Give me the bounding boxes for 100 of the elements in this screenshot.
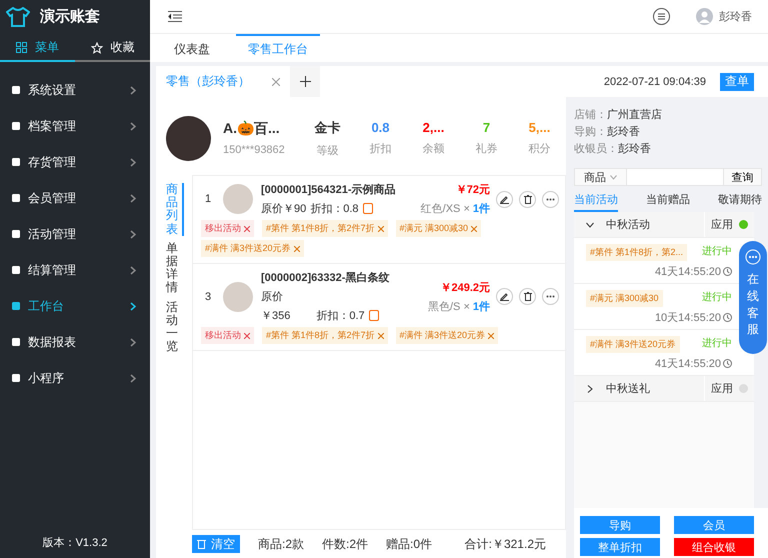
toggle-dot[interactable] xyxy=(739,220,748,229)
menu-icon xyxy=(12,302,20,310)
menu-item[interactable]: 工作台 xyxy=(0,288,150,324)
quantity-text: 1件 xyxy=(472,300,490,314)
group-title: 中秋送礼 xyxy=(606,382,651,396)
side-tab[interactable]: 活动一览 xyxy=(166,300,184,354)
stat-value: 7 xyxy=(482,120,490,135)
activity-tag: #满件 满3件送20元券 xyxy=(586,336,680,353)
group-header[interactable]: 中秋送礼 应用 xyxy=(574,376,754,402)
trash-icon xyxy=(197,539,206,549)
close-icon[interactable] xyxy=(294,246,300,252)
menu-icon xyxy=(12,374,20,382)
close-icon[interactable] xyxy=(378,226,384,232)
trash-icon xyxy=(524,292,532,301)
status-text: 进行中 xyxy=(702,336,732,351)
toggle-dot[interactable] xyxy=(739,384,748,393)
trash-icon xyxy=(524,194,532,204)
edit-button[interactable] xyxy=(496,190,513,208)
pencil-icon xyxy=(500,292,509,301)
date-time-text: 2022-07-21 09:04:39 xyxy=(604,76,706,88)
menu-item[interactable]: 数据报表 xyxy=(0,324,150,360)
delete-button[interactable] xyxy=(519,288,536,305)
chat-icon xyxy=(745,249,761,265)
chevron-right-icon xyxy=(586,384,594,392)
promotion-tag[interactable]: 移出活动 xyxy=(201,220,254,237)
product-photo-placeholder xyxy=(223,282,253,312)
summary-text: 赠品:0件 xyxy=(386,536,432,552)
menu-icon xyxy=(12,266,20,274)
price-text: 折扣：0.7 xyxy=(316,309,365,323)
more-button[interactable] xyxy=(542,190,559,208)
activity-tab[interactable]: 当前赠品 xyxy=(646,192,690,212)
add-tab-button[interactable] xyxy=(290,66,320,97)
status-text: 进行中 xyxy=(702,290,732,305)
member-phone: 150***93862 xyxy=(223,144,286,156)
close-icon[interactable] xyxy=(272,78,280,86)
stat-value: 0.8 xyxy=(371,120,390,135)
activity-tab[interactable]: 敬请期待 xyxy=(718,192,762,212)
search-field[interactable] xyxy=(627,169,723,185)
promotion-tag[interactable]: 移出活动 xyxy=(201,327,254,344)
delete-button[interactable] xyxy=(519,190,536,208)
menu-icon xyxy=(12,230,20,238)
info-text: 店铺：广州直营店 xyxy=(574,108,663,122)
grid-icon xyxy=(16,42,27,53)
chevron-right-icon xyxy=(130,374,136,382)
search-button[interactable]: 查询 xyxy=(723,169,761,185)
online-service-button[interactable]: 在线客服 xyxy=(739,241,767,354)
row-number: 1 xyxy=(204,193,212,205)
brand-title: 演示账套 xyxy=(40,7,100,26)
close-icon[interactable] xyxy=(471,226,478,232)
side-tab[interactable]: 单据详情 xyxy=(166,242,184,294)
close-icon[interactable] xyxy=(488,332,494,339)
menu-item[interactable]: 活动管理 xyxy=(0,216,150,252)
stat-label: 余额 xyxy=(422,142,444,156)
menu-icon xyxy=(12,338,20,346)
menu-item[interactable]: 系统设置 xyxy=(0,72,150,108)
menu-icon[interactable] xyxy=(653,8,670,25)
search-select[interactable]: 商品 xyxy=(575,169,627,185)
activity-tag: #第件 第1件8折，第2... xyxy=(586,244,688,261)
total-text: 合计:￥321.2元 xyxy=(464,536,546,552)
collapse-menu-icon[interactable] xyxy=(168,11,182,22)
product-price: ￥249.2元 xyxy=(440,280,490,294)
product-price: ￥72元 xyxy=(456,183,490,197)
clock-icon xyxy=(723,359,732,368)
clock-icon xyxy=(723,313,732,322)
action-button[interactable]: 组合收银 xyxy=(674,538,754,556)
chevron-right-icon xyxy=(130,122,136,130)
menu-item[interactable]: 档案管理 xyxy=(0,108,150,144)
menu-tab[interactable]: 菜单 xyxy=(0,33,75,62)
menu-item[interactable]: 结算管理 xyxy=(0,252,150,288)
chevron-right-icon xyxy=(130,86,136,94)
group-header[interactable]: 中秋活动 应用 xyxy=(574,212,754,238)
chevron-right-icon xyxy=(130,158,136,166)
stat-label: 等级 xyxy=(316,144,338,158)
avatar-icon xyxy=(696,8,713,25)
menu-item[interactable]: 小程序 xyxy=(0,360,150,396)
plus-icon xyxy=(300,76,310,87)
countdown-text: 41天14:55:20 xyxy=(654,265,721,279)
edit-button[interactable] xyxy=(496,288,513,305)
stat-value: 5,... xyxy=(528,120,550,135)
menu-icon xyxy=(12,122,20,130)
version-text: 版本：V1.3.2 xyxy=(42,536,108,551)
nav-tab[interactable]: 仪表盘 xyxy=(150,34,234,62)
user-name: 彭玲香 xyxy=(719,10,752,24)
apply-label: 应用 xyxy=(711,218,733,232)
stat-label: 折扣 xyxy=(370,142,392,156)
clock-icon xyxy=(723,267,732,276)
close-icon[interactable] xyxy=(244,332,250,339)
more-button[interactable] xyxy=(542,288,559,305)
countdown-text: 10天14:55:20 xyxy=(654,311,721,325)
close-icon[interactable] xyxy=(378,332,384,339)
chevron-right-icon xyxy=(130,194,136,202)
menu-tab[interactable]: 收藏 xyxy=(75,33,150,62)
caret-icon xyxy=(610,174,617,180)
group-title: 中秋活动 xyxy=(606,218,651,232)
star-icon xyxy=(90,42,102,54)
close-icon[interactable] xyxy=(244,226,250,232)
menu-item[interactable]: 会员管理 xyxy=(0,180,150,216)
spec-text: 黑色/S × xyxy=(428,300,470,314)
chevron-down-icon xyxy=(586,220,594,228)
menu-item[interactable]: 存货管理 xyxy=(0,144,150,180)
